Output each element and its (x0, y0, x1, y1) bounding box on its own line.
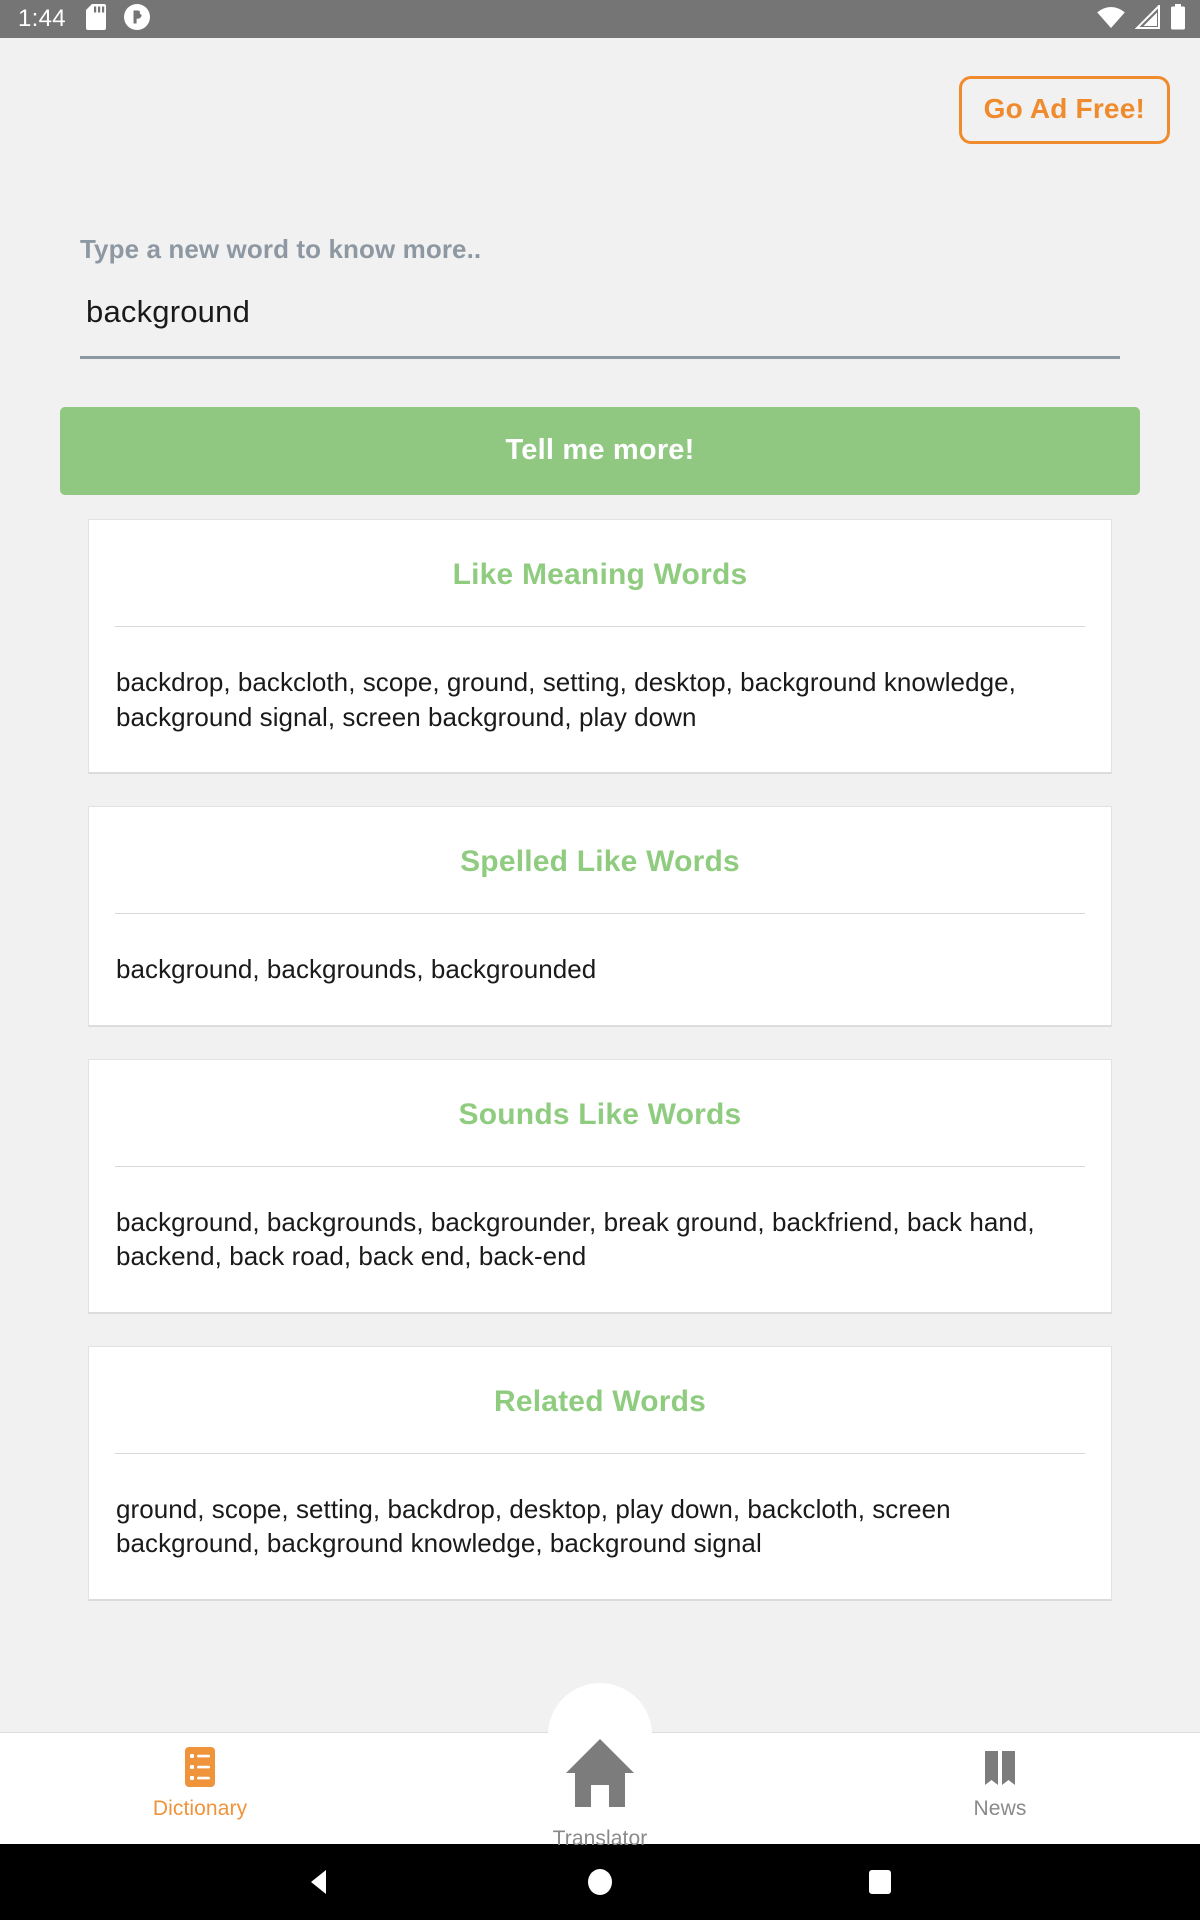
page-content: Go Ad Free! Type a new word to know more… (0, 38, 1200, 1732)
recents-square-icon[interactable] (863, 1865, 897, 1899)
cellular-signal-icon (1134, 3, 1161, 34)
android-status-bar: 1:44 (0, 0, 1200, 38)
ad-free-row: Go Ad Free! (0, 38, 1200, 144)
wifi-icon (1096, 5, 1126, 34)
nav-label-translator: Translator (552, 1827, 648, 1850)
app-root: 1:44 Go Ad Free! Type a new word to know… (0, 0, 1200, 1920)
card-body: backdrop, backcloth, scope, ground, sett… (116, 667, 1016, 732)
result-card: Sounds Like Words background, background… (88, 1058, 1112, 1314)
search-label: Type a new word to know more.. (80, 234, 482, 264)
sd-card-icon (85, 3, 110, 35)
status-right-icons (1096, 3, 1186, 35)
home-icon (560, 1733, 640, 1819)
result-card: Like Meaning Words backdrop, backcloth, … (88, 519, 1112, 775)
card-body: background, backgrounds, backgrounder, b… (116, 1206, 1035, 1272)
card-title: Spelled Like Words (460, 845, 740, 879)
back-triangle-icon[interactable] (303, 1865, 337, 1899)
nav-label-news: News (973, 1797, 1027, 1820)
home-circle-icon[interactable] (583, 1865, 617, 1899)
nav-item-news[interactable]: News (800, 1733, 1200, 1844)
result-card: Related Words ground, scope, setting, ba… (88, 1345, 1112, 1602)
bottom-navigation-bar: Dictionary Translator News (0, 1683, 1200, 1850)
status-left-icons (85, 3, 150, 35)
card-body: background, backgrounds, backgrounded (116, 954, 597, 985)
battery-icon (1170, 3, 1186, 35)
nav-item-dictionary[interactable]: Dictionary (0, 1733, 400, 1844)
list-icon (181, 1745, 219, 1789)
tell-me-more-button[interactable]: Tell me more! (60, 407, 1140, 495)
nav-item-translator[interactable]: Translator (400, 1733, 800, 1850)
nav-label-dictionary: Dictionary (152, 1797, 248, 1820)
card-title: Sounds Like Words (458, 1097, 742, 1131)
android-navigation-bar (0, 1844, 1200, 1920)
go-ad-free-button[interactable]: Go Ad Free! (958, 76, 1170, 144)
status-clock: 1:44 (18, 5, 66, 32)
app-notification-icon (123, 3, 150, 35)
tell-me-more-wrap: Tell me more! (0, 359, 1200, 495)
results-card-list: Like Meaning Words backdrop, backcloth, … (0, 495, 1200, 1602)
result-card: Spelled Like Words background, backgroun… (88, 806, 1112, 1027)
search-block: Type a new word to know more.. (0, 144, 1200, 359)
card-body: ground, scope, setting, backdrop, deskto… (116, 1493, 951, 1559)
card-title: Like Meaning Words (452, 558, 748, 591)
book-icon (978, 1745, 1022, 1789)
search-input[interactable] (80, 294, 1120, 359)
card-title: Related Words (493, 1384, 707, 1418)
